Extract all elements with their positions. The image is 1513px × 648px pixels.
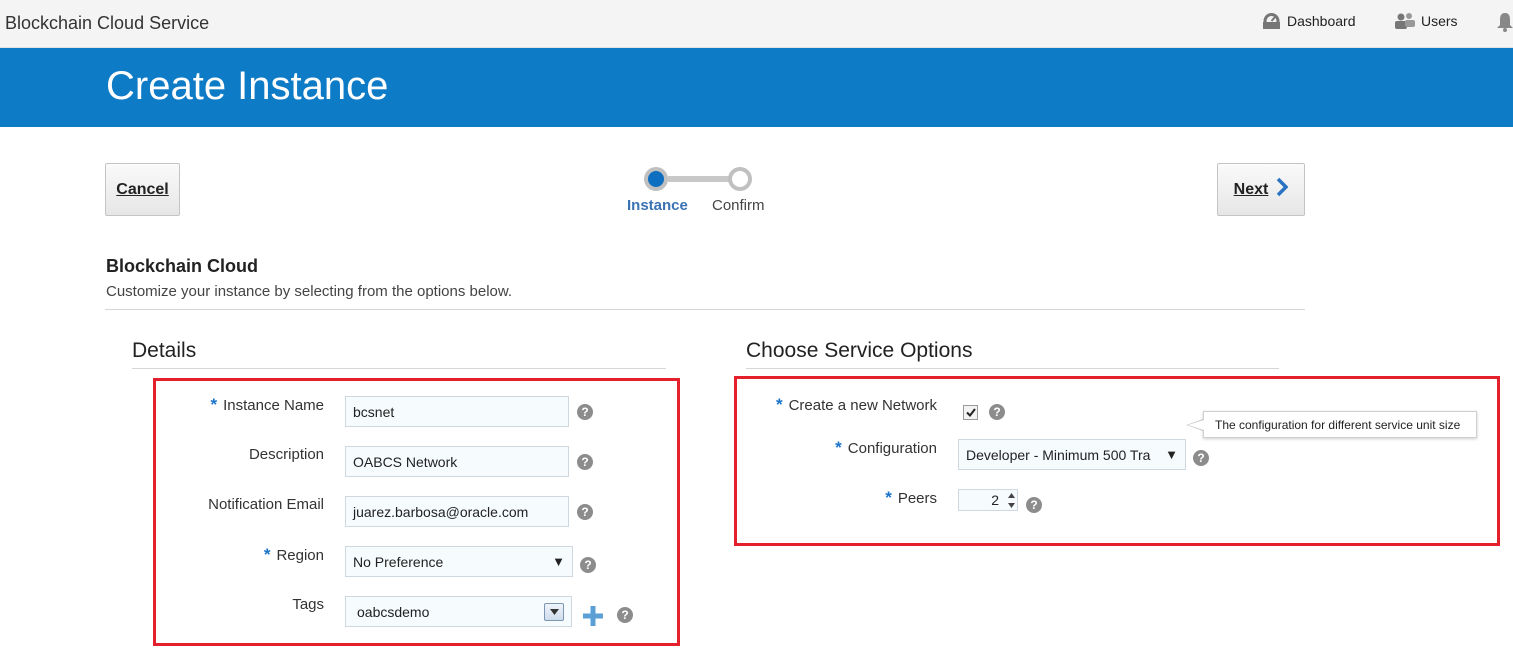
configuration-label: * Configuration [835,438,937,457]
region-select-value: No Preference [353,553,444,570]
app-title: Blockchain Cloud Service [5,13,210,33]
tags-help-icon[interactable]: ? [617,607,633,623]
dashboard-icon [1262,12,1281,29]
train-connector [668,176,730,182]
next-button-label: Next [1233,180,1269,198]
chevron-down-icon[interactable] [544,602,564,621]
train-stop-confirm[interactable] [728,167,752,191]
dropdown-arrow-icon: ▼ [1165,447,1178,462]
section-title: Blockchain Cloud [106,256,259,276]
peers-spin-buttons[interactable] [1006,490,1017,510]
description-input[interactable]: OABCS Network [345,446,569,477]
tags-select[interactable]: oabcsdemo [345,596,572,627]
cancel-button[interactable]: Cancel [105,163,180,216]
dashboard-link[interactable]: Dashboard [1262,12,1356,29]
section-divider [105,309,1305,310]
top-bar: Blockchain Cloud Service Dashboard Users [0,0,1513,48]
peers-label: * Peers [885,488,937,507]
details-title: Details [132,339,197,362]
cancel-button-label: Cancel [116,180,169,198]
required-marker: * [775,395,783,414]
notification-email-label: Notification Email [208,496,324,513]
section-subtitle: Customize your instance by selecting fro… [106,283,513,300]
train-label-instance[interactable]: Instance [627,197,688,214]
service-options-title: Choose Service Options [746,339,973,362]
details-divider [132,368,666,369]
notification-email-input[interactable]: juarez.barbosa@oracle.com [345,496,569,527]
description-label: Description [248,446,324,463]
spin-up-icon[interactable] [1008,492,1015,498]
users-label: Users [1421,12,1458,29]
region-select[interactable]: No Preference ▼ [345,546,573,577]
peers-help-icon[interactable]: ? [1026,497,1042,513]
tags-label: Tags [292,596,324,613]
required-marker: * [263,545,271,564]
dropdown-arrow-icon: ▼ [552,554,565,569]
users-icon [1395,12,1415,29]
next-button[interactable]: Next [1217,163,1305,216]
page-header: Create Instance [0,48,1513,127]
description-help-icon[interactable]: ? [577,454,593,470]
configuration-help-icon[interactable]: ? [1193,450,1209,466]
create-network-help-icon[interactable]: ? [989,404,1005,420]
region-label: * Region [263,545,324,564]
train-label-confirm[interactable]: Confirm [712,197,765,214]
checkmark-icon [965,408,976,417]
required-marker: * [210,395,218,414]
tags-select-value: oabcsdemo [357,603,430,620]
configuration-tooltip: The configuration for different service … [1203,411,1477,438]
required-marker: * [885,488,892,507]
users-link[interactable]: Users [1395,12,1458,29]
create-network-checkbox[interactable] [963,405,978,420]
notification-email-help-icon[interactable]: ? [577,504,593,520]
spin-down-icon[interactable] [1008,502,1015,508]
dashboard-label: Dashboard [1287,12,1356,29]
chevron-right-icon [1276,177,1289,202]
instance-name-help-icon[interactable]: ? [577,404,593,420]
configuration-select[interactable]: Developer - Minimum 500 Tra ▼ [958,439,1186,470]
configuration-select-value: Developer - Minimum 500 Tra [966,446,1151,463]
train-stop-instance[interactable] [644,167,668,191]
page-title: Create Instance [106,64,389,108]
tooltip-pointer-fill [1188,420,1204,430]
notifications-bell-icon[interactable] [1497,12,1513,37]
region-help-icon[interactable]: ? [580,557,596,573]
peers-value: 2 [991,492,999,508]
instance-name-label: * Instance Name [210,395,324,414]
required-marker: * [835,438,842,457]
service-options-divider [746,368,1279,369]
create-network-label: * Create a new Network [775,395,937,414]
instance-name-input[interactable]: bcsnet [345,396,569,427]
add-tag-plus-icon[interactable] [583,606,603,631]
